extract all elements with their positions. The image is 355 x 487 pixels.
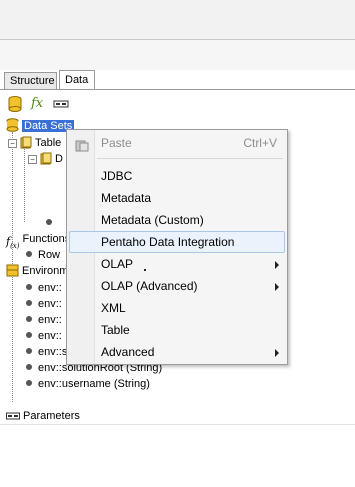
parameters-icon[interactable] — [53, 96, 69, 112]
bullet-icon — [26, 284, 32, 290]
tree-item-label: Functions — [22, 233, 71, 245]
bullet-icon — [46, 219, 52, 225]
submenu-arrow-icon — [275, 283, 279, 291]
tree-item-query[interactable] — [46, 215, 58, 231]
bullet-icon — [26, 380, 32, 386]
env-item[interactable]: env:: — [26, 312, 62, 328]
menu-item-olap[interactable]: OLAP — [69, 253, 285, 275]
env-item[interactable]: env::username (String) — [26, 376, 150, 392]
menu-item-advanced[interactable]: Advanced — [69, 341, 285, 363]
panel-divider — [0, 424, 355, 425]
submenu-arrow-icon — [275, 349, 279, 357]
context-menu: Paste Ctrl+V JDBC Metadata Metadata (Cus… — [66, 129, 288, 365]
bullet-icon — [26, 332, 32, 338]
tree-item-label: D — [55, 153, 63, 165]
tree-item-parameters[interactable]: Parameters — [6, 408, 80, 424]
tree-item-functions[interactable]: f(x)Functions — [6, 231, 71, 250]
bullet-icon — [26, 364, 32, 370]
menu-item-metadata-custom[interactable]: Metadata (Custom) — [69, 209, 285, 231]
env-item[interactable]: env:: — [26, 280, 62, 296]
tree-item-label: Environm — [22, 265, 69, 277]
env-item[interactable]: env:: — [26, 296, 62, 312]
env-item[interactable]: env:: — [26, 328, 62, 344]
paste-icon — [75, 137, 89, 152]
tree-item-label: Table — [35, 137, 62, 149]
menu-item-paste[interactable]: Paste Ctrl+V — [69, 132, 285, 154]
tab-structure[interactable]: Structure — [4, 72, 57, 90]
bullet-icon — [26, 300, 32, 306]
menu-item-pentaho-data-integration[interactable]: Pentaho Data Integration — [69, 231, 285, 253]
menu-item-jdbc[interactable]: JDBC — [69, 165, 285, 187]
tree-item-d[interactable]: − D — [28, 151, 63, 167]
submenu-arrow-icon — [275, 261, 279, 269]
tree-item-label: Parameters — [23, 410, 80, 422]
tree-item-label: Row — [38, 249, 61, 261]
mouse-cursor-dot — [144, 269, 146, 271]
collapse-icon[interactable]: − — [8, 139, 17, 148]
folder-icon — [40, 152, 52, 170]
environment-icon — [6, 264, 19, 282]
collapse-icon[interactable]: − — [28, 155, 37, 164]
menu-item-table[interactable]: Table — [69, 319, 285, 341]
tree-item-table[interactable]: − Table — [8, 135, 61, 151]
top-toolbar-area — [0, 0, 355, 40]
tree-item-environment[interactable]: Environm — [6, 263, 68, 279]
function-icon[interactable]: fx — [31, 96, 47, 112]
database-icon[interactable] — [8, 96, 24, 112]
bullet-icon — [26, 316, 32, 322]
data-toolbar: fx — [0, 93, 355, 115]
bullet-icon — [26, 348, 32, 354]
panel-header-band — [0, 40, 355, 70]
menu-item-xml[interactable]: XML — [69, 297, 285, 319]
function-icon: f(x) — [6, 235, 20, 251]
shortcut-label: Ctrl+V — [243, 136, 277, 150]
tree-item-datasets[interactable]: Data Sets — [6, 118, 75, 134]
bullet-icon — [26, 251, 32, 257]
tree-item-row[interactable]: Row — [26, 247, 60, 263]
menu-item-olap-advanced[interactable]: OLAP (Advanced) — [69, 275, 285, 297]
menu-item-metadata[interactable]: Metadata — [69, 187, 285, 209]
tab-data[interactable]: Data — [59, 70, 95, 91]
